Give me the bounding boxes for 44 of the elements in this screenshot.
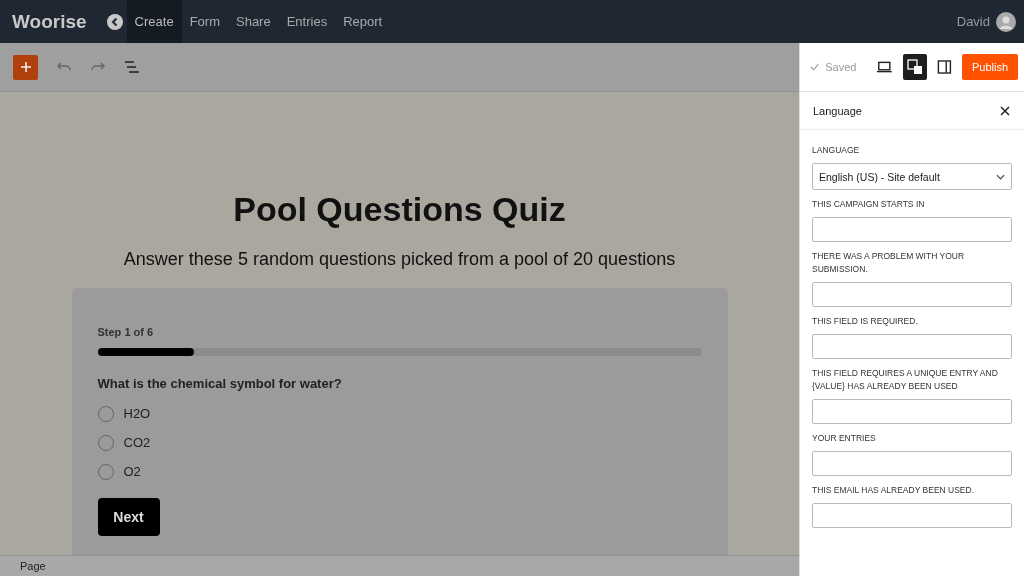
next-button[interactable]: Next	[97, 498, 160, 536]
plus-icon	[19, 61, 32, 73]
quiz-subtitle: Answer these 5 random questions picked from a pool of 20 questions	[123, 249, 676, 270]
nav-tab[interactable]: Report	[335, 0, 391, 43]
question-text: What is the chemical symbol for water?	[97, 376, 343, 391]
quiz-title: Pool Questions Quiz	[233, 190, 566, 229]
user-name: David	[956, 14, 990, 29]
input-field[interactable]	[812, 334, 1012, 359]
input-field[interactable]	[812, 503, 1012, 528]
list-view-icon[interactable]	[124, 60, 140, 74]
sidebar-icon[interactable]	[937, 59, 952, 75]
logo[interactable]: Woorise	[12, 10, 87, 33]
laptop-icon[interactable]	[876, 60, 894, 74]
option-label: H2O	[123, 406, 151, 421]
nav-tab[interactable]: Share	[228, 0, 279, 43]
option-label: O2	[123, 464, 141, 479]
field-label: THIS FIELD IS REQUIRED.	[812, 315, 919, 328]
field-label: LANGUAGE	[812, 144, 861, 157]
option-label: CO2	[123, 435, 151, 450]
field-label: THIS FIELD REQUIRES A UNIQUE ENTRY AND {VALUE} HAS ALREADY BEEN USED	[812, 367, 999, 393]
input-field[interactable]	[812, 282, 1012, 307]
avatar-icon[interactable]	[996, 11, 1016, 32]
field-label: YOUR ENTRIES	[812, 432, 877, 445]
input-field[interactable]	[812, 399, 1012, 424]
field-label: THIS EMAIL HAS ALREADY BEEN USED.	[812, 484, 976, 497]
translate-button[interactable]	[903, 54, 928, 80]
input-field[interactable]	[812, 217, 1012, 242]
saved-status: Saved	[825, 61, 857, 73]
language-select[interactable]: English (US) - Site default	[812, 163, 1012, 190]
field-label: THIS CAMPAIGN STARTS IN	[812, 198, 926, 211]
status-text: Page	[20, 560, 46, 572]
step-label: Step 1 of 6	[97, 326, 155, 338]
input-field[interactable]	[812, 451, 1012, 476]
add-block-button[interactable]	[13, 54, 38, 80]
field-label: THERE WAS A PROBLEM WITH YOUR SUBMISSION.	[812, 250, 966, 276]
nav-tab[interactable]: Entries	[278, 0, 336, 43]
close-icon[interactable]	[1000, 105, 1010, 116]
checkmark-icon	[810, 63, 820, 71]
chevron-down-icon	[996, 173, 1005, 180]
nav-tab[interactable]: Create	[126, 0, 182, 43]
nav-tab[interactable]: Form	[181, 0, 228, 43]
back-icon[interactable]	[106, 13, 123, 30]
panel-title: Language	[813, 104, 862, 117]
translate-icon	[907, 59, 924, 75]
